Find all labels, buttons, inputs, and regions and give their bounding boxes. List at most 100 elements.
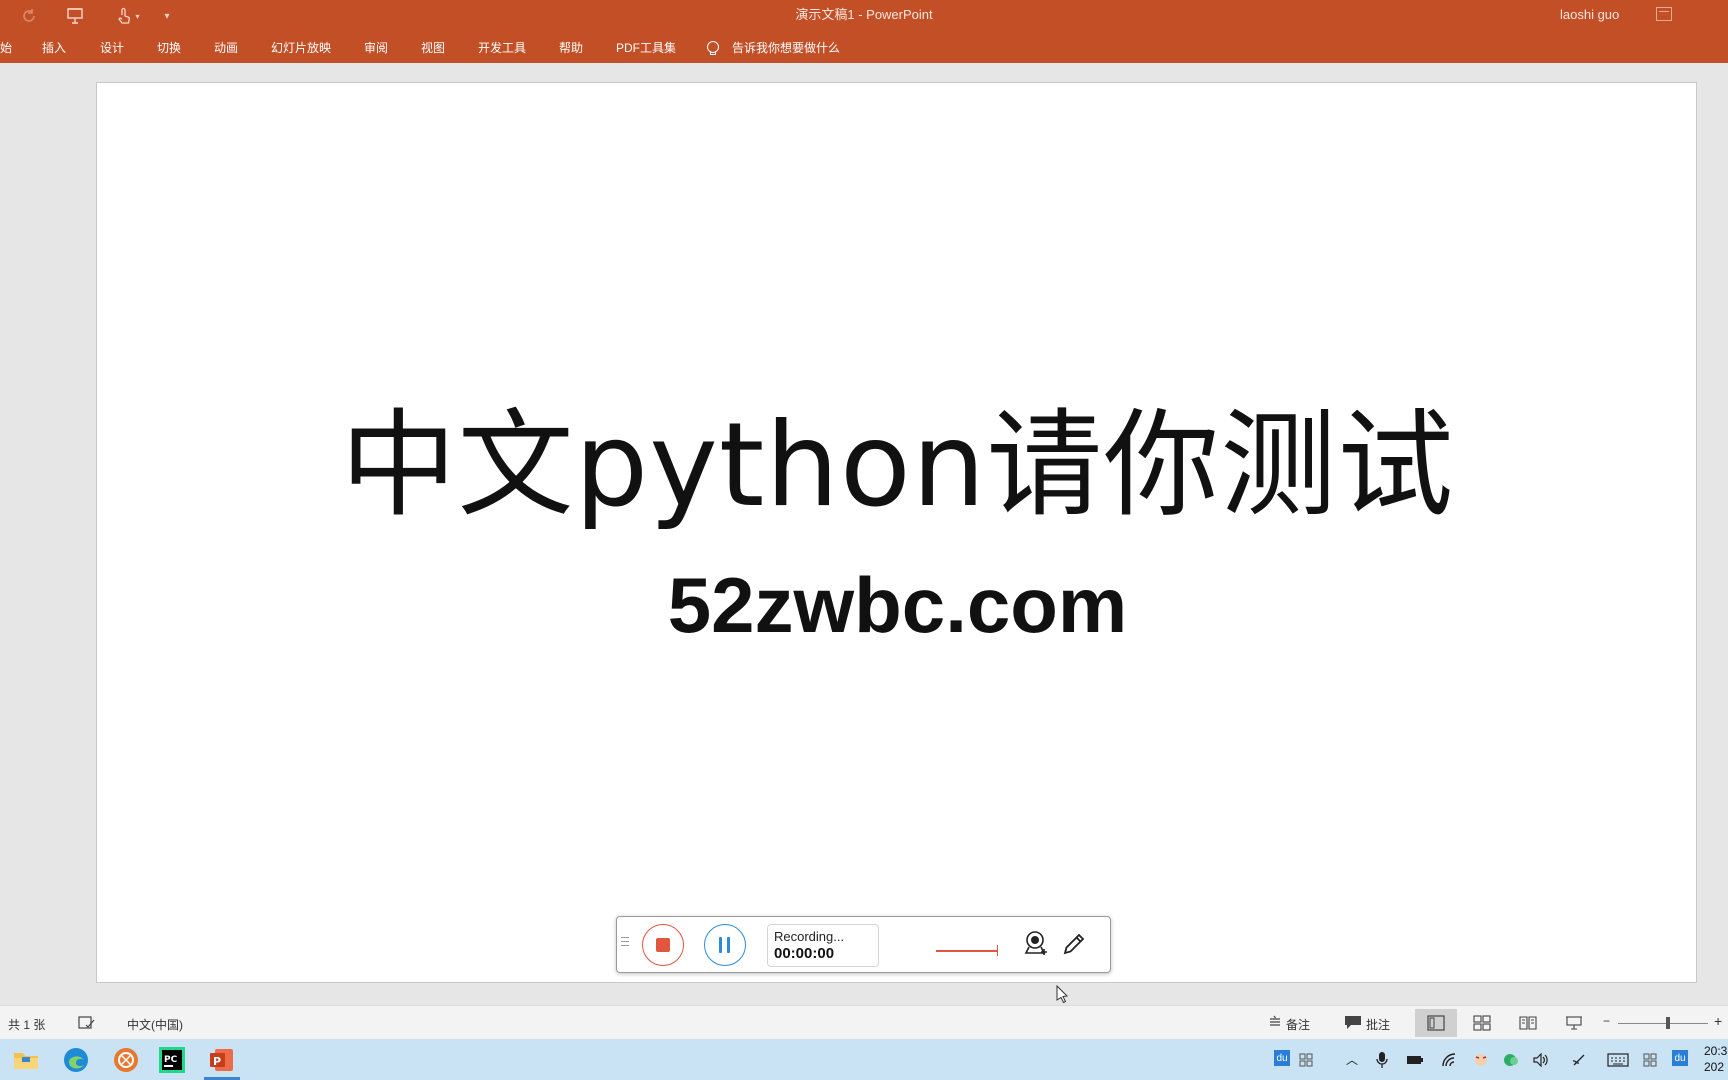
accessibility-check-icon[interactable] [78,1015,96,1031]
touch-mode-button[interactable]: ▾ [108,4,148,28]
reading-view-icon [1519,1016,1537,1030]
volume-tray-icon[interactable] [1532,1039,1550,1080]
tab-review[interactable]: 审阅 [364,38,388,58]
tab-home[interactable]: 始 [0,38,12,58]
tell-me-search[interactable]: 告诉我你想要做什么 [732,38,840,58]
battery-tray-icon[interactable] [1406,1039,1424,1080]
chat-icon [1504,1053,1518,1066]
zoom-out-icon[interactable]: − [1603,1014,1610,1028]
pycharm-button[interactable]: PC [150,1039,194,1080]
battery-icon [1407,1055,1423,1064]
tab-help[interactable]: 帮助 [559,38,583,58]
clock-date: 202 [1704,1060,1725,1074]
pause-recording-button[interactable] [704,924,746,966]
tab-design[interactable]: 设计 [100,38,124,58]
zoom-slider-thumb[interactable] [1666,1017,1670,1029]
language-indicator[interactable]: 中文(中国) [127,1016,183,1033]
annotate-button[interactable] [1060,930,1088,958]
zoom-slider[interactable] [1618,1023,1708,1024]
normal-view-icon [1427,1015,1445,1031]
ribbon-display-options-icon[interactable] [1656,7,1672,21]
start-from-beginning-button[interactable] [60,4,90,28]
redo-icon [23,9,35,22]
customize-qat-button[interactable]: ▾ [152,4,182,28]
comment-icon [1345,1016,1361,1029]
presentation-icon [67,8,83,24]
notes-icon [1270,1015,1280,1026]
pen-icon [1572,1054,1585,1065]
tab-insert[interactable]: 插入 [42,38,66,58]
touch-keyboard-button[interactable] [1606,1039,1630,1080]
slide-title[interactable]: 中文python请你测试 [97,401,1698,531]
status-bar: 共 1 张 中文(中国) 备注 批注 − + [0,1005,1728,1039]
app-tray-icon[interactable] [1472,1039,1490,1080]
keyboard-icon [1607,1052,1629,1067]
webcam-icon [1024,931,1047,955]
zoom-in-icon[interactable]: + [1714,1013,1722,1029]
stop-recording-button[interactable] [642,924,684,966]
mouse-cursor-icon [1056,985,1068,1003]
quick-access-toolbar: ▾ ▾ [14,4,182,28]
slide-sorter-icon [1473,1015,1491,1031]
customize-icon: ▾ [164,10,170,22]
tab-animations[interactable]: 动画 [214,38,238,58]
slide-subtitle[interactable]: 52zwbc.com [97,560,1698,650]
microphone-icon [1376,1051,1388,1068]
clock-time: 20:3 [1704,1044,1728,1058]
tab-developer[interactable]: 开发工具 [478,38,526,58]
edge-icon [64,1047,88,1072]
baidu-tray-icon-2[interactable]: du [1672,1050,1688,1066]
pencil-icon [1063,933,1085,955]
wechat-tray-icon[interactable] [1502,1039,1520,1080]
edge-button[interactable] [54,1039,98,1080]
recording-status: Recording... 00:00:00 [767,924,879,967]
comments-button[interactable]: 批注 [1366,1016,1390,1033]
account-name[interactable]: laoshi guo [1560,7,1619,22]
tab-view[interactable]: 视图 [421,38,445,58]
slide-sorter-view-button[interactable] [1461,1009,1503,1037]
title-bar: ▾ ▾ 演示文稿1 - PowerPoint laoshi guo 始 插入 设… [0,0,1728,63]
slide-count: 共 1 张 [8,1018,46,1032]
baidu-tray-icon[interactable]: du [1274,1050,1290,1066]
slideshow-icon [1566,1016,1582,1030]
ime-mode-tray-icon[interactable] [1642,1039,1658,1080]
show-hidden-icons-button[interactable]: ︿ [1344,1039,1360,1080]
slideshow-view-button[interactable] [1553,1009,1595,1037]
redo-button[interactable] [14,4,44,28]
audio-level-meter [936,945,998,956]
grid-icon [1643,1053,1657,1066]
ime-tray-icon[interactable] [1298,1039,1314,1080]
chevron-up-icon: ︿ [1345,1053,1358,1067]
chevron-down-icon: ▾ [135,11,140,21]
folder-icon [14,1052,38,1069]
file-explorer-button[interactable] [4,1039,48,1080]
firefox-button[interactable] [104,1039,148,1080]
powerpoint-icon: P [210,1048,233,1071]
microphone-tray-icon[interactable] [1374,1039,1390,1080]
browser-icon [114,1047,138,1072]
speaker-icon [1533,1052,1548,1067]
tab-transitions[interactable]: 切换 [157,38,181,58]
windows-taskbar: PC P du ︿ du 20:3 202 [0,1039,1728,1080]
face-icon [1475,1053,1487,1066]
touch-icon [118,7,131,24]
tab-pdf-tools[interactable]: PDF工具集 [616,38,676,58]
reading-view-button[interactable] [1507,1009,1549,1037]
drag-handle-icon[interactable] [621,937,629,949]
network-tray-icon[interactable] [1440,1039,1458,1080]
tab-slideshow[interactable]: 幻灯片放映 [271,38,331,58]
webcam-button[interactable] [1022,930,1050,958]
grid-icon [1299,1053,1313,1066]
svg-text:PC: PC [164,1055,178,1065]
window-title: 演示文稿1 - PowerPoint [795,7,933,22]
wifi-icon [1442,1052,1456,1066]
system-clock[interactable]: 20:3 202 [1704,1043,1727,1075]
normal-view-button[interactable] [1415,1009,1457,1037]
recording-timer: 00:00:00 [774,945,835,962]
notes-button[interactable]: 备注 [1286,1016,1310,1033]
lightbulb-icon [707,41,719,55]
slide-canvas[interactable]: 中文python请你测试 52zwbc.com [96,82,1697,983]
svg-text:P: P [213,1055,221,1068]
powerpoint-button[interactable]: P [200,1039,244,1080]
pen-tray-icon[interactable] [1570,1039,1588,1080]
